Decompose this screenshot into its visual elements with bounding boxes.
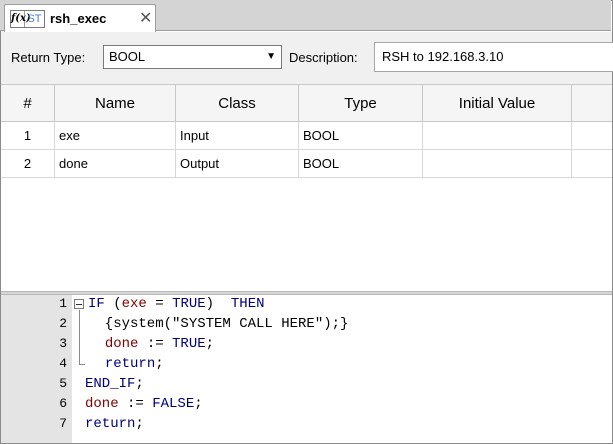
- line-number: 4: [59, 356, 67, 371]
- code-line[interactable]: done := TRUE;: [88, 336, 214, 352]
- structured-text-function-icon: f(x) ST: [10, 10, 45, 28]
- code-keyword: END_IF: [85, 376, 136, 392]
- code-keyword: return: [104, 356, 156, 372]
- column-header-type[interactable]: Type: [299, 85, 423, 122]
- line-number: 5: [59, 376, 67, 391]
- code-text: (: [104, 296, 122, 312]
- cell-extra: [572, 150, 612, 177]
- code-editor[interactable]: 1 2 3 4 5 6 7 IF (exe = TRUE) THEN {syst…: [1, 295, 612, 443]
- cell-type[interactable]: BOOL: [299, 122, 423, 149]
- function-properties: Return Type: BOOL ▼ Description: RSH to …: [1, 32, 613, 84]
- return-type-value: BOOL: [109, 49, 146, 64]
- tab-title: rsh_exec: [50, 11, 107, 26]
- code-text: :=: [138, 336, 173, 352]
- code-identifier: done: [104, 336, 139, 352]
- cell-initial-value[interactable]: [423, 150, 572, 177]
- tab-rsh-exec[interactable]: f(x) ST rsh_exec ✕: [4, 4, 156, 32]
- code-line[interactable]: END_IF;: [85, 376, 144, 392]
- description-label: Description:: [289, 50, 358, 65]
- code-line[interactable]: done := FALSE;: [85, 396, 203, 412]
- variables-table: # Name Class Type Initial Value 1 exe In…: [1, 84, 612, 291]
- cell-name[interactable]: done: [55, 150, 176, 177]
- return-type-label: Return Type:: [11, 50, 86, 65]
- cell-number: 2: [1, 150, 55, 177]
- line-number: 6: [59, 396, 67, 411]
- st-glyph: ST: [27, 13, 42, 25]
- code-keyword: FALSE: [152, 396, 195, 412]
- code-text: {system("SYSTEM CALL HERE");}: [88, 316, 349, 332]
- code-text: ;: [205, 336, 215, 352]
- cell-class[interactable]: Input: [176, 122, 299, 149]
- column-header-number[interactable]: #: [1, 85, 55, 122]
- code-line[interactable]: {system("SYSTEM CALL HERE");}: [88, 316, 349, 332]
- code-keyword: THEN: [230, 296, 265, 312]
- line-number-gutter: 1 2 3 4 5 6 7: [1, 295, 72, 443]
- cell-initial-value[interactable]: [423, 122, 572, 149]
- code-text: ;: [194, 396, 203, 412]
- return-type-select[interactable]: BOOL ▼: [103, 45, 282, 69]
- dropdown-arrow-icon[interactable]: ▼: [266, 46, 276, 68]
- line-number: 3: [59, 336, 67, 351]
- fold-guide: [79, 310, 80, 365]
- code-text: ): [205, 296, 231, 312]
- cell-type[interactable]: BOOL: [299, 150, 423, 177]
- code-identifier: done: [85, 396, 119, 412]
- cell-number: 1: [1, 122, 55, 149]
- cell-class[interactable]: Output: [176, 150, 299, 177]
- column-header-class[interactable]: Class: [176, 85, 299, 122]
- fold-collapse-icon[interactable]: [74, 299, 84, 309]
- code-keyword: return: [85, 416, 136, 432]
- line-number: 1: [59, 296, 67, 311]
- description-field[interactable]: RSH to 192.168.3.10: [374, 42, 613, 72]
- code-keyword: IF: [88, 296, 105, 312]
- table-header: # Name Class Type Initial Value: [1, 84, 612, 122]
- cell-extra: [572, 122, 612, 149]
- code-keyword: TRUE: [172, 296, 206, 312]
- code-keyword: TRUE: [172, 336, 206, 352]
- close-icon[interactable]: ✕: [139, 8, 152, 27]
- table-row[interactable]: 2 done Output BOOL: [1, 150, 612, 178]
- code-identifier: exe: [121, 296, 147, 312]
- code-text: ;: [155, 356, 164, 372]
- code-text: ;: [135, 416, 144, 432]
- column-header-name[interactable]: Name: [55, 85, 176, 122]
- line-number: 2: [59, 316, 67, 331]
- line-number: 7: [59, 416, 67, 431]
- code-text: :=: [118, 396, 153, 412]
- code-line[interactable]: return;: [88, 356, 164, 372]
- code-text: ;: [135, 376, 144, 392]
- code-line[interactable]: return;: [85, 416, 144, 432]
- column-header-initial-value[interactable]: Initial Value: [423, 85, 572, 122]
- table-row[interactable]: 1 exe Input BOOL: [1, 122, 612, 150]
- function-fx-glyph: f(x): [11, 11, 31, 27]
- fold-guide-end: [79, 364, 85, 365]
- code-text: =: [146, 296, 173, 312]
- column-header-extra[interactable]: [572, 85, 612, 122]
- tab-strip: f(x) ST rsh_exec ✕: [0, 0, 611, 32]
- code-line[interactable]: IF (exe = TRUE) THEN: [88, 296, 265, 312]
- cell-name[interactable]: exe: [55, 122, 176, 149]
